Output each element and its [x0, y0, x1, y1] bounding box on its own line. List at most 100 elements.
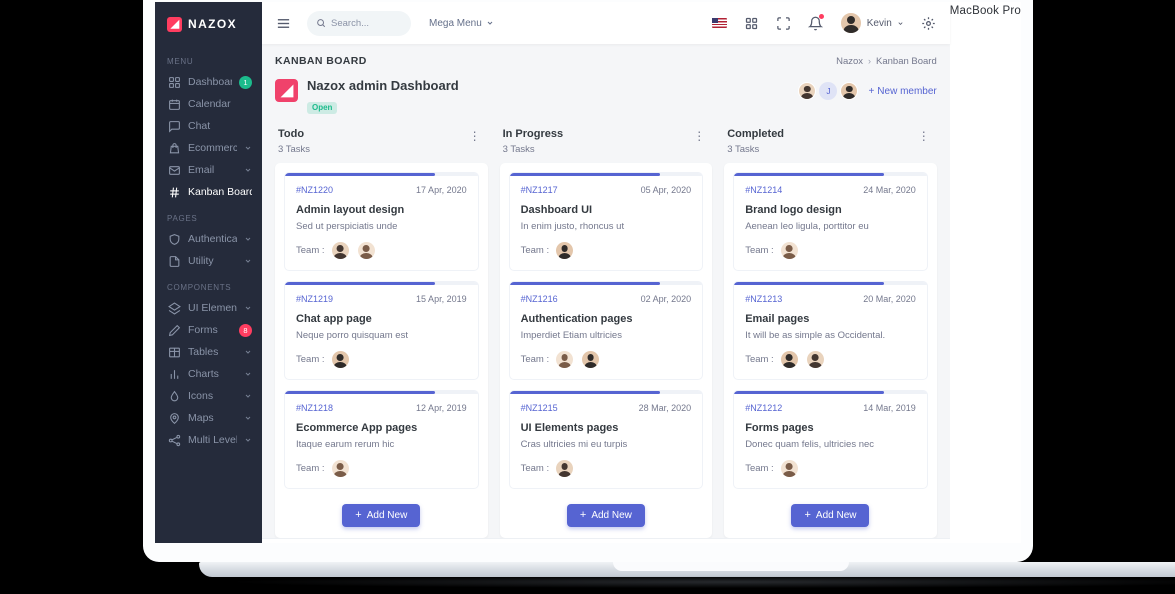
team-label: Team : [296, 245, 325, 256]
sidebar-item-ui-elements[interactable]: UI Elements [155, 297, 262, 319]
member-avatar-initial[interactable]: J [819, 82, 838, 100]
task-card[interactable]: #NZ1219 15 Apr, 2019 Chat app page Neque… [284, 281, 479, 380]
avatar [556, 351, 574, 368]
avatar [780, 242, 798, 259]
macbook-base [199, 562, 1175, 577]
status-badge: Open [307, 101, 338, 114]
hamburger-menu-icon[interactable] [276, 16, 291, 31]
task-id-link[interactable]: #NZ1214 [745, 185, 782, 195]
settings-gear-icon[interactable] [921, 16, 936, 31]
search-input[interactable] [331, 17, 395, 29]
team-label: Team : [520, 245, 550, 256]
sidebar-item-forms[interactable]: Forms 8 [155, 319, 262, 341]
task-id-link[interactable]: #NZ1215 [521, 403, 558, 413]
main-area: Mega Menu Kevin [262, 2, 950, 543]
team-label: Team : [745, 245, 774, 256]
avatar [780, 351, 798, 368]
team-label: Team : [296, 463, 325, 474]
breadcrumb: Nazox › Kanban Board [836, 56, 937, 67]
chevron-down-icon [244, 392, 252, 400]
dashboard-icon [168, 76, 181, 89]
brand-logo[interactable]: NAZOX [155, 2, 262, 46]
chevron-down-icon [898, 21, 903, 25]
task-id-link[interactable]: #NZ1220 [296, 185, 333, 195]
sidebar-item-ecommerce[interactable]: Ecommerce [155, 137, 262, 159]
column-task-count: 3 Tasks [727, 144, 760, 155]
avatar [556, 242, 574, 259]
chevron-down-icon [244, 257, 252, 265]
task-title: Ecommerce App pages [296, 422, 418, 434]
sidebar-item-utility[interactable]: Utility [155, 250, 262, 272]
task-date: 17 Apr, 2020 [416, 185, 467, 195]
task-id-link[interactable]: #NZ1219 [296, 294, 333, 304]
task-card[interactable]: #NZ1216 02 Apr, 2020 Authentication page… [508, 281, 704, 380]
task-title: Email pages [745, 313, 810, 325]
task-card[interactable]: #NZ1215 28 Mar, 2020 UI Elements pages C… [508, 390, 704, 489]
sidebar-item-email[interactable]: Email [155, 159, 262, 181]
task-id-link[interactable]: #NZ1218 [296, 403, 333, 413]
sidebar-item-kanban-board[interactable]: Kanban Board [155, 181, 262, 203]
new-member-button[interactable]: + New member [868, 86, 936, 97]
sidebar-item-dashboard[interactable]: Dashboard 1 [155, 71, 262, 93]
search-icon [317, 19, 326, 28]
task-card[interactable]: #NZ1212 14 Mar, 2019 Forms pages Donec q… [733, 390, 928, 489]
avatar [331, 351, 349, 368]
kanban-column-todo: Todo 3 Tasks ⋮ #NZ1220 17 Apr, 2020 Admi… [275, 128, 488, 538]
task-date: 02 Apr, 2020 [640, 294, 692, 304]
task-date: 05 Apr, 2020 [640, 185, 692, 195]
member-avatar[interactable] [798, 82, 817, 100]
task-description: Neque porro quisquam est [296, 330, 408, 341]
task-card[interactable]: #NZ1213 20 Mar, 2020 Email pages It will… [733, 281, 928, 380]
brand-name: NAZOX [188, 17, 237, 31]
sidebar-item-maps[interactable]: Maps [155, 407, 262, 429]
apps-grid-icon[interactable] [744, 16, 759, 31]
task-card[interactable]: #NZ1217 05 Apr, 2020 Dashboard UI In eni… [508, 172, 704, 271]
sidebar-item-charts[interactable]: Charts [155, 363, 262, 385]
task-date: 20 Mar, 2020 [863, 294, 916, 304]
shopping-bag-icon [168, 142, 181, 155]
column-title: In Progress [502, 128, 564, 140]
task-id-link[interactable]: #NZ1217 [521, 185, 558, 195]
sidebar-item-multi-level[interactable]: Multi Level [155, 429, 262, 451]
task-id-link[interactable]: #NZ1216 [521, 294, 558, 304]
task-card[interactable]: #NZ1214 24 Mar, 2020 Brand logo design A… [733, 172, 928, 271]
chevron-down-icon [244, 304, 252, 312]
task-title: Chat app page [296, 313, 372, 325]
sidebar-item-calendar[interactable]: Calendar [155, 93, 262, 115]
add-new-button[interactable]: + Add New [791, 504, 870, 527]
breadcrumb-separator-icon: › [868, 56, 872, 66]
sidebar-section-menu: MENU [167, 57, 194, 66]
task-description: Cras ultricies mi eu turpis [520, 439, 628, 450]
add-new-button[interactable]: + Add New [566, 504, 645, 527]
task-date: 24 Mar, 2020 [863, 185, 916, 195]
column-menu-icon[interactable]: ⋮ [689, 128, 709, 144]
sidebar-item-chat[interactable]: Chat [155, 115, 262, 137]
plus-icon: + [579, 509, 587, 521]
member-avatar[interactable] [840, 82, 859, 100]
column-menu-icon[interactable]: ⋮ [914, 128, 934, 144]
task-description: In enim justo, rhoncus ut [520, 221, 625, 232]
user-menu[interactable]: Kevin [839, 12, 904, 34]
fullscreen-icon[interactable] [776, 16, 791, 31]
sidebar-item-tables[interactable]: Tables [155, 341, 262, 363]
user-name: Kevin [866, 17, 892, 29]
task-card[interactable]: #NZ1218 12 Apr, 2019 Ecommerce App pages… [284, 390, 479, 489]
task-card[interactable]: #NZ1220 17 Apr, 2020 Admin layout design… [284, 172, 479, 271]
app-footer: 2020 © Nazox. Crafted with ♥ by Themesde… [262, 538, 950, 543]
mega-menu-button[interactable]: Mega Menu [429, 18, 494, 29]
sidebar-item-authentication[interactable]: Authentication [155, 228, 262, 250]
task-id-link[interactable]: #NZ1213 [745, 294, 782, 304]
avatar [806, 351, 824, 368]
task-id-link[interactable]: #NZ1212 [745, 403, 782, 413]
breadcrumb-parent[interactable]: Nazox [836, 56, 863, 67]
language-flag-icon[interactable] [711, 18, 727, 28]
notifications-bell-icon[interactable] [807, 13, 824, 31]
macbook-shadow [238, 576, 1175, 588]
dashboard-badge: 1 [239, 75, 252, 89]
add-new-button[interactable]: + Add New [342, 504, 421, 527]
sidebar-item-icons[interactable]: Icons [155, 385, 262, 407]
task-title: Authentication pages [520, 313, 633, 325]
column-menu-icon[interactable]: ⋮ [465, 128, 485, 144]
topbar: Mega Menu Kevin [262, 2, 950, 44]
sidebar-section-components: COMPONENTS [167, 283, 232, 292]
